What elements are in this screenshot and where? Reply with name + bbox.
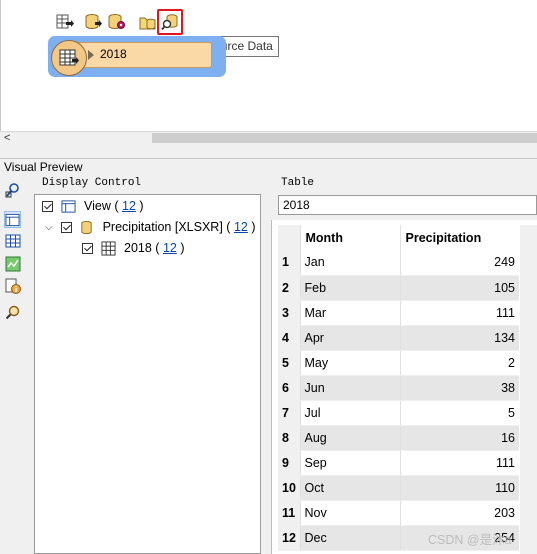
cell-month[interactable]: Mar xyxy=(300,300,400,326)
checkbox-view[interactable] xyxy=(42,200,53,212)
cell-month[interactable]: Sep xyxy=(300,450,400,476)
cell-month[interactable]: Jan xyxy=(300,250,400,276)
cell-month[interactable]: Apr xyxy=(300,325,400,351)
map-view-icon[interactable] xyxy=(4,255,21,272)
table-row[interactable]: 2 Feb 105 xyxy=(278,275,519,301)
cell-precipitation[interactable]: 38 xyxy=(399,375,519,401)
chevron-down-icon[interactable]: ⌵ xyxy=(45,222,53,233)
checkbox-precipitation[interactable] xyxy=(60,221,72,233)
display-control-label: Display Control xyxy=(42,177,142,189)
feature-count-link[interactable]: 12 xyxy=(122,199,136,213)
paren-close: ) xyxy=(139,199,144,213)
feature-count-link[interactable]: 12 xyxy=(163,241,177,255)
row-number[interactable]: 3 xyxy=(278,300,301,326)
checkbox-2018[interactable] xyxy=(82,242,93,254)
row-number[interactable]: 12 xyxy=(278,525,301,551)
tree-item-precipitation[interactable]: ⌵ Precipitation [XLSXR] ( 12 ) xyxy=(45,218,256,236)
column-header-month[interactable]: Month xyxy=(300,225,400,250)
node-label: 2018 xyxy=(100,47,127,61)
paren-open: ( xyxy=(114,199,119,213)
cell-month[interactable]: Jun xyxy=(300,375,400,401)
column-header-precipitation[interactable]: Precipitation xyxy=(399,225,519,250)
cell-month[interactable]: Jul xyxy=(300,400,400,426)
table-row[interactable]: 7 Jul 5 xyxy=(278,400,519,426)
tree-item-label: 2018 xyxy=(124,241,152,255)
cell-precipitation[interactable]: 2 xyxy=(399,350,519,376)
feature-type-table-icon xyxy=(100,240,116,256)
row-number[interactable]: 5 xyxy=(278,350,301,376)
table-row[interactable]: 3 Mar 111 xyxy=(278,300,519,326)
watermark: CSDN @是沐a xyxy=(428,533,512,547)
cell-precipitation[interactable]: 203 xyxy=(399,500,519,526)
tree-item-label: Precipitation [XLSXR] xyxy=(102,220,223,234)
cell-precipitation[interactable]: 110 xyxy=(399,475,519,501)
row-number[interactable]: 11 xyxy=(278,500,301,526)
cell-month[interactable]: Nov xyxy=(300,500,400,526)
row-number[interactable]: 7 xyxy=(278,400,301,426)
row-number[interactable]: 10 xyxy=(278,475,301,501)
inspect-icon[interactable] xyxy=(4,303,21,320)
cell-precipitation[interactable]: 134 xyxy=(399,325,519,351)
cell-precipitation[interactable]: 249 xyxy=(399,250,519,276)
row-number[interactable]: 9 xyxy=(278,450,301,476)
row-number[interactable]: 8 xyxy=(278,425,301,451)
node-port-arrow-icon xyxy=(88,50,94,60)
cell-precipitation[interactable]: 16 xyxy=(399,425,519,451)
row-number[interactable]: 1 xyxy=(278,250,301,276)
row-number-header xyxy=(278,225,301,250)
visual-preview-title: Visual Preview xyxy=(0,158,537,174)
row-number[interactable]: 2 xyxy=(278,275,301,301)
data-table: Month Precipitation 1 Jan 249 2 Feb 105 3 Mar 11… xyxy=(278,225,519,551)
table-header-row: Month Precipitation xyxy=(278,225,519,250)
table-panel-label: Table xyxy=(281,177,315,189)
side-toolbar xyxy=(0,174,24,554)
panel-divider[interactable] xyxy=(0,146,537,158)
paren-open: ( xyxy=(226,220,231,234)
table-row[interactable]: 5 May 2 xyxy=(278,350,519,376)
cell-month[interactable]: Oct xyxy=(300,475,400,501)
cell-month[interactable]: Dec xyxy=(300,525,400,551)
table-row[interactable]: 8 Aug 16 xyxy=(278,425,519,451)
write-table-icon[interactable] xyxy=(55,12,75,32)
table-row[interactable]: 10 Oct 110 xyxy=(278,475,519,501)
table-icon xyxy=(51,40,87,76)
cell-precipitation[interactable]: 111 xyxy=(399,450,519,476)
feature-info-icon[interactable] xyxy=(4,277,21,294)
grid-view-icon[interactable] xyxy=(4,232,21,249)
row-number[interactable]: 6 xyxy=(278,375,301,401)
tree-item-view[interactable]: View ( 12 ) xyxy=(42,197,144,215)
row-number[interactable]: 4 xyxy=(278,325,301,351)
paren-open: ( xyxy=(155,241,160,255)
table-selector[interactable]: 2018 xyxy=(278,195,537,215)
tree-item-label: View xyxy=(84,199,111,213)
database-gear-icon[interactable] xyxy=(107,12,127,32)
view-source-data-button[interactable] xyxy=(157,9,183,35)
cell-precipitation[interactable]: 105 xyxy=(399,275,519,301)
write-database-icon[interactable] xyxy=(84,12,104,32)
paren-close: ) xyxy=(251,220,256,234)
feature-count-link[interactable]: 12 xyxy=(234,220,248,234)
table-body: 1 Jan 249 2 Feb 105 3 Mar 111 4 Apr 134 5 May 2 6 Jun 38 7… xyxy=(278,250,519,551)
table-row[interactable]: 1 Jan 249 xyxy=(278,250,519,276)
dataset-cylinder-icon xyxy=(79,219,95,235)
table-row[interactable]: 11 Nov 203 xyxy=(278,500,519,526)
scroll-left-arrow-icon[interactable]: < xyxy=(4,132,10,144)
view-source-data-icon xyxy=(161,14,178,31)
vertical-scrollbar[interactable] xyxy=(520,225,537,554)
tree-item-2018[interactable]: 2018 ( 12 ) xyxy=(82,239,185,257)
zoom-extents-icon[interactable] xyxy=(4,181,21,198)
cell-precipitation[interactable]: 111 xyxy=(399,300,519,326)
table-row[interactable]: 4 Apr 134 xyxy=(278,325,519,351)
folder-database-icon[interactable] xyxy=(138,12,158,32)
view-window-icon xyxy=(60,198,76,214)
scrollbar-thumb[interactable] xyxy=(152,133,537,143)
table-row[interactable]: 6 Jun 38 xyxy=(278,375,519,401)
cell-month[interactable]: Aug xyxy=(300,425,400,451)
cell-precipitation[interactable]: 5 xyxy=(399,400,519,426)
paren-close: ) xyxy=(180,241,185,255)
cell-month[interactable]: Feb xyxy=(300,275,400,301)
table-row[interactable]: 9 Sep 111 xyxy=(278,450,519,476)
cell-month[interactable]: May xyxy=(300,350,400,376)
table-view-icon[interactable] xyxy=(4,211,21,228)
